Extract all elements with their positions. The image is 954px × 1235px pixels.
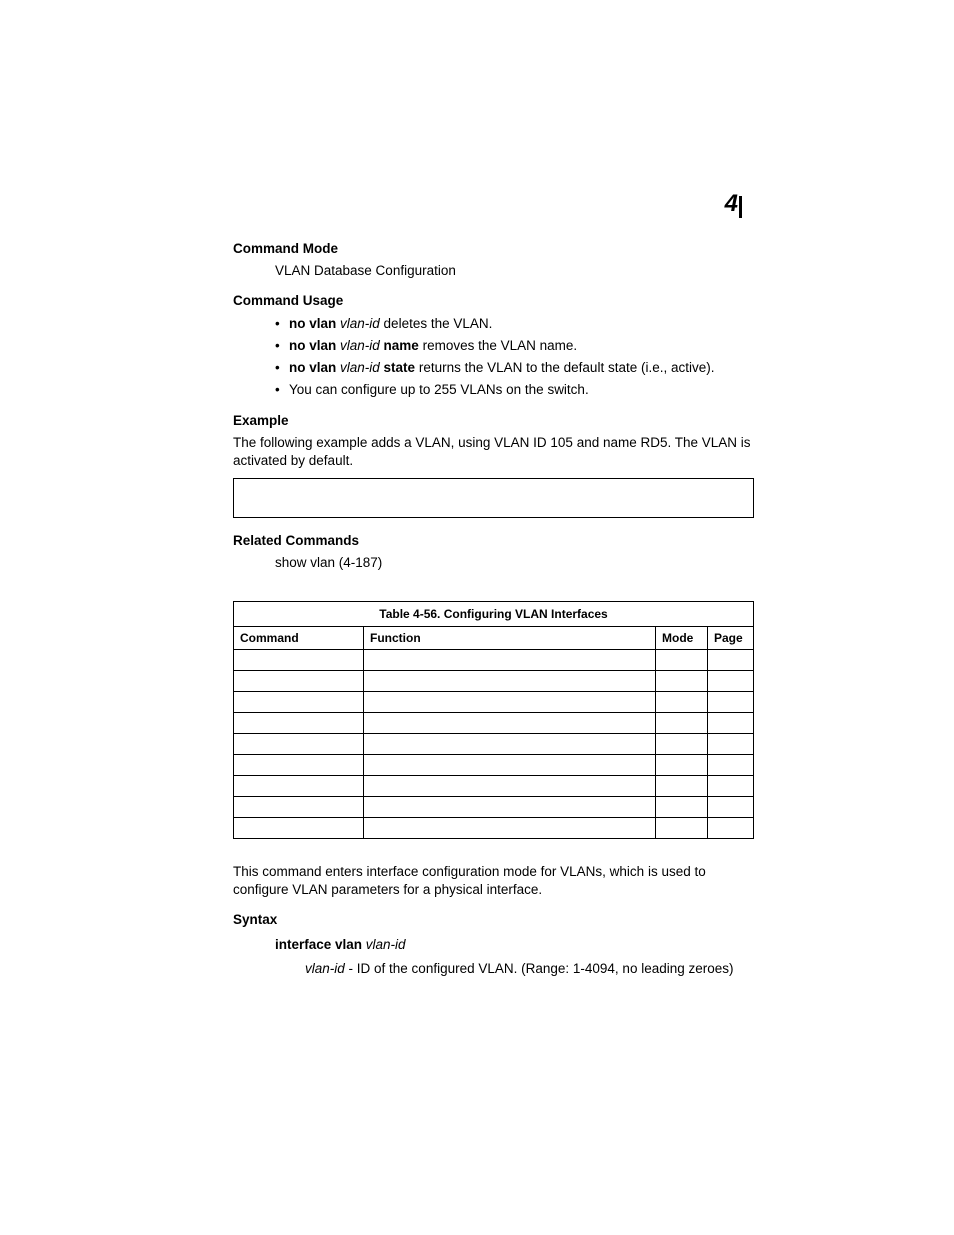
usage-text: removes the VLAN name. bbox=[419, 338, 577, 353]
cell-page bbox=[708, 650, 754, 671]
cell-command bbox=[234, 650, 364, 671]
table-header-mode: Mode bbox=[656, 626, 708, 649]
usage-bullet: no vlan vlan-id deletes the VLAN. bbox=[275, 315, 754, 333]
cell-function bbox=[364, 755, 656, 776]
usage-subkeyword: state bbox=[380, 360, 415, 375]
cell-page bbox=[708, 692, 754, 713]
usage-param: vlan-id bbox=[340, 360, 380, 375]
example-heading: Example bbox=[233, 412, 754, 430]
syntax-desc-param: vlan-id bbox=[305, 961, 345, 976]
command-description: This command enters interface configurat… bbox=[233, 863, 754, 899]
usage-bullet: You can configure up to 255 VLANs on the… bbox=[275, 381, 754, 399]
page-content: Command Mode VLAN Database Configuration… bbox=[233, 240, 754, 978]
document-page: 4 Command Mode VLAN Database Configurati… bbox=[0, 0, 954, 1235]
cell-page bbox=[708, 797, 754, 818]
table-header-function: Function bbox=[364, 626, 656, 649]
table-header-page: Page bbox=[708, 626, 754, 649]
cell-mode bbox=[656, 776, 708, 797]
cell-command bbox=[234, 755, 364, 776]
table-row bbox=[234, 650, 754, 671]
example-code-box bbox=[233, 478, 754, 518]
table-row bbox=[234, 776, 754, 797]
command-mode-text: VLAN Database Configuration bbox=[233, 262, 754, 280]
syntax-keyword: interface vlan bbox=[275, 937, 366, 952]
cell-mode bbox=[656, 734, 708, 755]
table-row bbox=[234, 671, 754, 692]
syntax-description: vlan-id - ID of the configured VLAN. (Ra… bbox=[233, 960, 754, 978]
cell-command bbox=[234, 734, 364, 755]
cell-command bbox=[234, 671, 364, 692]
cell-command bbox=[234, 797, 364, 818]
usage-text: You can configure up to 255 VLANs on the… bbox=[289, 382, 589, 397]
cell-function bbox=[364, 776, 656, 797]
cell-command bbox=[234, 818, 364, 839]
command-mode-heading: Command Mode bbox=[233, 240, 754, 258]
cell-function bbox=[364, 818, 656, 839]
cell-function bbox=[364, 734, 656, 755]
table-row bbox=[234, 755, 754, 776]
cell-page bbox=[708, 776, 754, 797]
chapter-bar-icon bbox=[739, 196, 742, 218]
cell-command bbox=[234, 692, 364, 713]
related-commands-heading: Related Commands bbox=[233, 532, 754, 550]
table-row bbox=[234, 692, 754, 713]
usage-param: vlan-id bbox=[340, 316, 380, 331]
usage-bullet: no vlan vlan-id state returns the VLAN t… bbox=[275, 359, 754, 377]
cell-mode bbox=[656, 650, 708, 671]
cell-mode bbox=[656, 713, 708, 734]
cell-function bbox=[364, 671, 656, 692]
usage-subkeyword: name bbox=[380, 338, 419, 353]
usage-param: vlan-id bbox=[340, 338, 380, 353]
vlan-interfaces-table-wrap: Table 4-56. Configuring VLAN Interfaces … bbox=[233, 601, 754, 839]
cell-command bbox=[234, 713, 364, 734]
syntax-command: interface vlan vlan-id bbox=[233, 936, 754, 954]
table-row bbox=[234, 797, 754, 818]
table-header-row: Command Function Mode Page bbox=[234, 626, 754, 649]
usage-text: returns the VLAN to the default state (i… bbox=[415, 360, 714, 375]
usage-keyword: no vlan bbox=[289, 360, 340, 375]
usage-keyword: no vlan bbox=[289, 338, 340, 353]
table-caption: Table 4-56. Configuring VLAN Interfaces bbox=[233, 601, 754, 626]
cell-function bbox=[364, 797, 656, 818]
cell-page bbox=[708, 818, 754, 839]
chapter-digit: 4 bbox=[725, 190, 738, 217]
cell-mode bbox=[656, 818, 708, 839]
cell-function bbox=[364, 692, 656, 713]
usage-keyword: no vlan bbox=[289, 316, 340, 331]
cell-mode bbox=[656, 797, 708, 818]
syntax-desc-text: - ID of the configured VLAN. (Range: 1-4… bbox=[345, 961, 734, 976]
example-text: The following example adds a VLAN, using… bbox=[233, 434, 754, 470]
chapter-number: 4 bbox=[725, 190, 742, 218]
command-usage-list: no vlan vlan-id deletes the VLAN. no vla… bbox=[233, 315, 754, 400]
related-commands-text: show vlan (4-187) bbox=[233, 554, 754, 572]
cell-mode bbox=[656, 755, 708, 776]
table-header-command: Command bbox=[234, 626, 364, 649]
cell-page bbox=[708, 755, 754, 776]
syntax-param: vlan-id bbox=[366, 937, 406, 952]
table-row bbox=[234, 734, 754, 755]
cell-function bbox=[364, 713, 656, 734]
usage-bullet: no vlan vlan-id name removes the VLAN na… bbox=[275, 337, 754, 355]
cell-mode bbox=[656, 671, 708, 692]
cell-page bbox=[708, 671, 754, 692]
syntax-heading: Syntax bbox=[233, 911, 754, 929]
cell-mode bbox=[656, 692, 708, 713]
table-row bbox=[234, 818, 754, 839]
vlan-interfaces-table: Table 4-56. Configuring VLAN Interfaces … bbox=[233, 601, 754, 839]
cell-function bbox=[364, 650, 656, 671]
command-usage-heading: Command Usage bbox=[233, 292, 754, 310]
usage-text: deletes the VLAN. bbox=[380, 316, 493, 331]
table-row bbox=[234, 713, 754, 734]
cell-page bbox=[708, 713, 754, 734]
cell-page bbox=[708, 734, 754, 755]
cell-command bbox=[234, 776, 364, 797]
